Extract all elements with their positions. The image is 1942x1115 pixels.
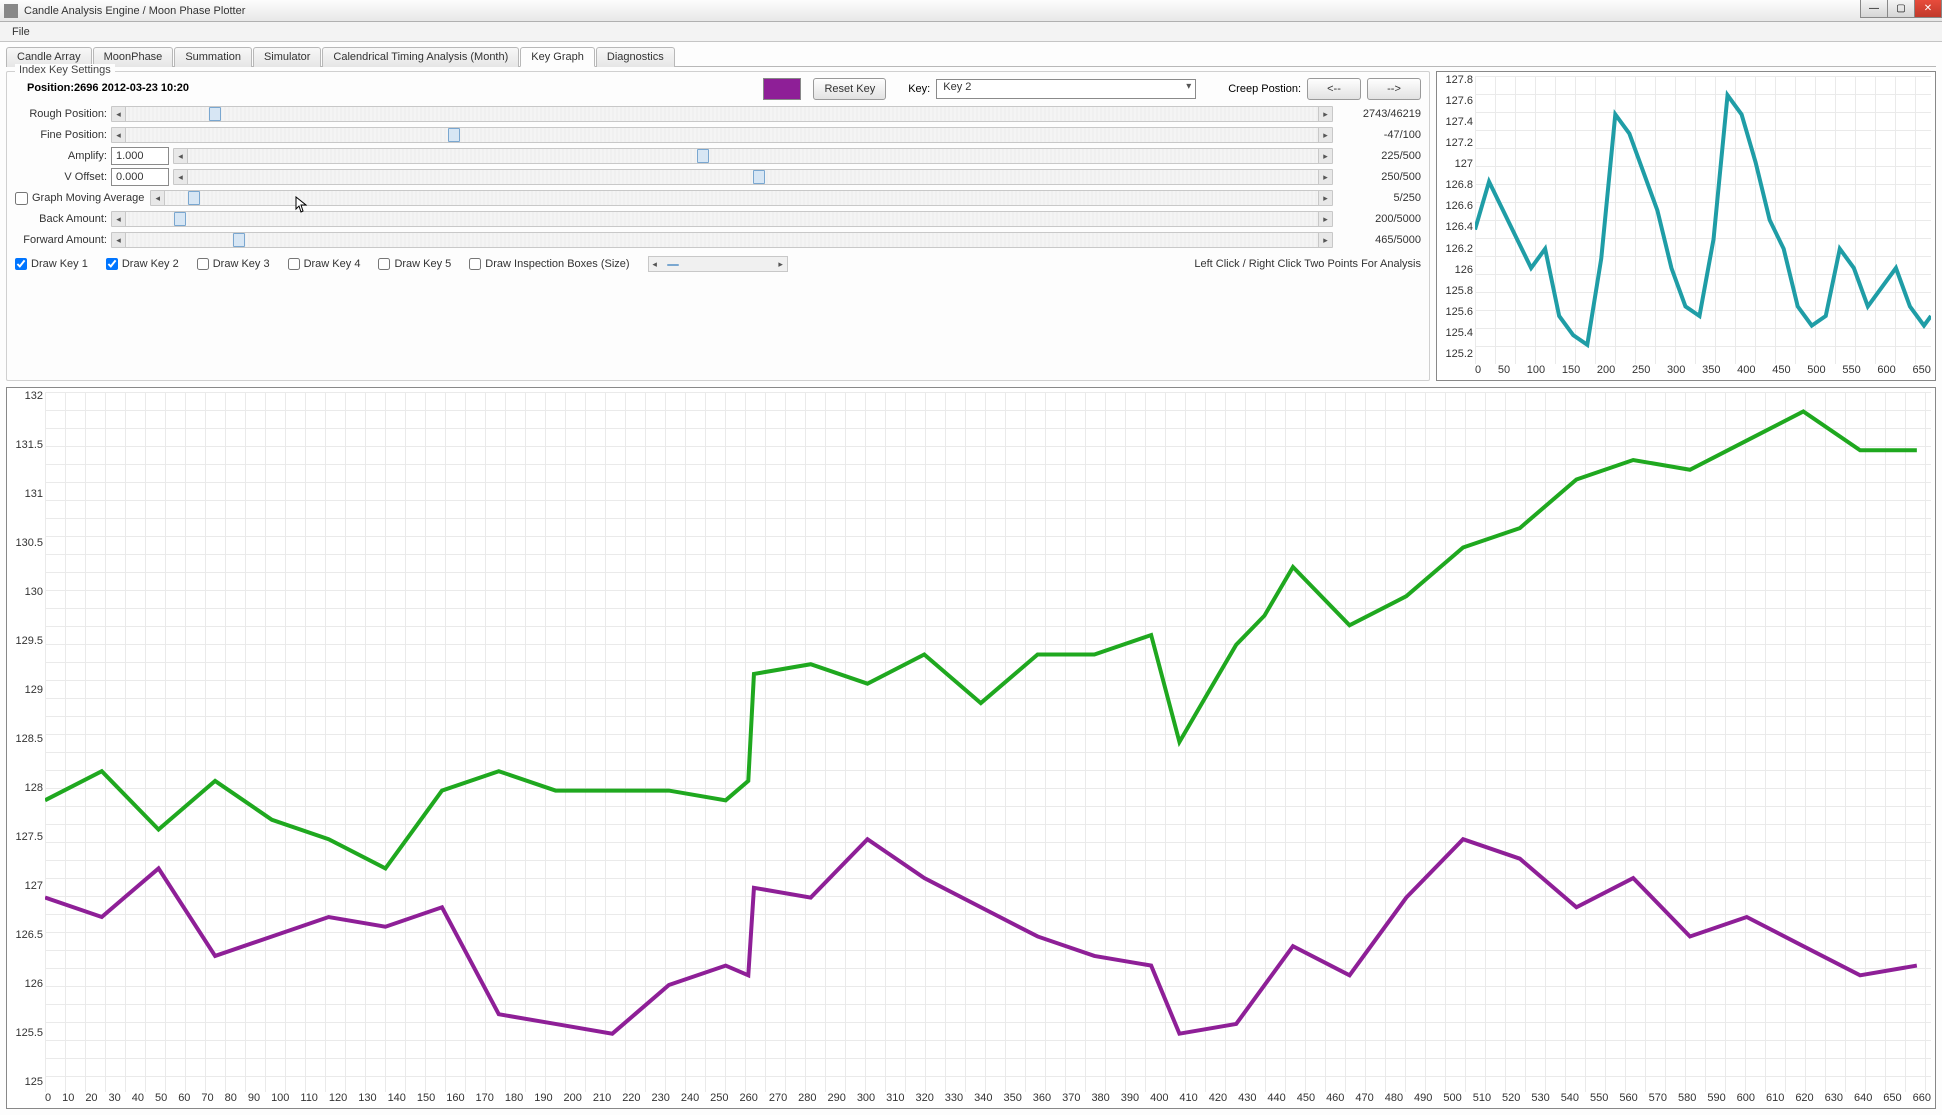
draw-key-3-label: Draw Key 3 <box>213 258 270 270</box>
menu-file[interactable]: File <box>6 24 36 40</box>
voffset-input[interactable] <box>111 168 169 186</box>
forward-slider[interactable]: ◂ ▸ <box>111 232 1333 248</box>
maximize-button[interactable]: ▢ <box>1887 0 1915 18</box>
preview-x-axis: 050100150200250300350400450500550600650 <box>1475 364 1931 380</box>
gma-slider[interactable]: ◂ ▸ <box>150 190 1333 206</box>
window-title: Candle Analysis Engine / Moon Phase Plot… <box>24 5 1938 17</box>
gma-checkbox[interactable] <box>15 192 28 205</box>
draw-key-2-label: Draw Key 2 <box>122 258 179 270</box>
key-dropdown-value: Key 2 <box>943 81 971 93</box>
tabstrip: Candle Array MoonPhase Summation Simulat… <box>6 46 1936 67</box>
slider-left-arrow-icon[interactable]: ◂ <box>112 128 126 142</box>
draw-key-3-checkbox[interactable] <box>197 258 209 270</box>
back-slider[interactable]: ◂ ▸ <box>111 211 1333 227</box>
titlebar: Candle Analysis Engine / Moon Phase Plot… <box>0 0 1942 22</box>
voffset-label: V Offset: <box>15 171 111 183</box>
slider-left-arrow-icon[interactable]: ◂ <box>112 107 126 121</box>
slider-left-arrow-icon[interactable]: ◂ <box>112 212 126 226</box>
gma-label: Graph Moving Average <box>32 192 144 204</box>
draw-key-4-checkbox[interactable] <box>288 258 300 270</box>
back-readout: 200/5000 <box>1333 213 1421 225</box>
creep-right-button[interactable]: --> <box>1367 78 1421 100</box>
forward-label: Forward Amount: <box>15 234 111 246</box>
slider-left-arrow-icon[interactable]: ◂ <box>174 170 188 184</box>
tab-summation[interactable]: Summation <box>174 47 252 67</box>
menubar: File <box>0 22 1942 42</box>
draw-key-1-label: Draw Key 1 <box>31 258 88 270</box>
draw-key-2-checkbox[interactable] <box>106 258 118 270</box>
panel-title: Index Key Settings <box>15 64 115 76</box>
forward-readout: 465/5000 <box>1333 234 1421 246</box>
slider-left-arrow-icon[interactable]: ◂ <box>649 259 661 270</box>
back-label: Back Amount: <box>15 213 111 225</box>
voffset-slider[interactable]: ◂ ▸ <box>173 169 1333 185</box>
slider-right-arrow-icon[interactable]: ▸ <box>1318 128 1332 142</box>
slider-right-arrow-icon[interactable]: ▸ <box>1318 233 1332 247</box>
creep-label: Creep Postion: <box>1228 83 1301 95</box>
preview-chart[interactable]: 127.8127.6127.4127.2127126.8126.6126.412… <box>1436 71 1936 381</box>
amplify-slider[interactable]: ◂ ▸ <box>173 148 1333 164</box>
slider-right-arrow-icon[interactable]: ▸ <box>1318 212 1332 226</box>
amplify-input[interactable] <box>111 147 169 165</box>
slider-right-arrow-icon[interactable]: ▸ <box>1318 149 1332 163</box>
tab-diagnostics[interactable]: Diagnostics <box>596 47 675 67</box>
main-chart[interactable]: 132131.5131130.5130129.5129128.5128127.5… <box>6 387 1936 1109</box>
slider-right-arrow-icon[interactable]: ▸ <box>1318 107 1332 121</box>
slider-left-arrow-icon[interactable]: ◂ <box>174 149 188 163</box>
rough-label: Rough Position: <box>15 108 111 120</box>
draw-inspection-label: Draw Inspection Boxes (Size) <box>485 258 629 270</box>
reset-key-button[interactable]: Reset Key <box>813 78 886 100</box>
voffset-readout: 250/500 <box>1333 171 1421 183</box>
close-button[interactable]: ✕ <box>1914 0 1942 18</box>
minimize-button[interactable]: — <box>1860 0 1888 18</box>
slider-left-arrow-icon[interactable]: ◂ <box>112 233 126 247</box>
analysis-hint: Left Click / Right Click Two Points For … <box>806 258 1421 270</box>
rough-readout: 2743/46219 <box>1333 108 1421 120</box>
tab-calendrical[interactable]: Calendrical Timing Analysis (Month) <box>322 47 519 67</box>
amplify-readout: 225/500 <box>1333 150 1421 162</box>
rough-slider[interactable]: ◂ ▸ <box>111 106 1333 122</box>
creep-left-button[interactable]: <-- <box>1307 78 1361 100</box>
draw-key-4-label: Draw Key 4 <box>304 258 361 270</box>
gma-readout: 5/250 <box>1333 192 1421 204</box>
preview-y-axis: 127.8127.6127.4127.2127126.8126.6126.412… <box>1437 72 1475 362</box>
tab-simulator[interactable]: Simulator <box>253 47 321 67</box>
slider-left-arrow-icon[interactable]: ◂ <box>151 191 165 205</box>
fine-slider[interactable]: ◂ ▸ <box>111 127 1333 143</box>
slider-right-arrow-icon[interactable]: ▸ <box>775 259 787 270</box>
draw-key-1-checkbox[interactable] <box>15 258 27 270</box>
draw-key-5-checkbox[interactable] <box>378 258 390 270</box>
main-x-axis: 0102030405060708090100110120130140150160… <box>45 1092 1931 1108</box>
key-dropdown[interactable]: Key 2 <box>936 79 1196 99</box>
main-y-axis: 132131.5131130.5130129.5129128.5128127.5… <box>7 388 45 1090</box>
amplify-label: Amplify: <box>15 150 111 162</box>
draw-key-5-label: Draw Key 5 <box>394 258 451 270</box>
fine-label: Fine Position: <box>15 129 111 141</box>
slider-right-arrow-icon[interactable]: ▸ <box>1318 170 1332 184</box>
position-readout: Position:2696 2012-03-23 10:20 <box>15 76 189 102</box>
app-icon <box>4 4 18 18</box>
settings-panel: Index Key Settings Position:2696 2012-03… <box>6 71 1430 381</box>
key-color-swatch[interactable] <box>763 78 801 100</box>
draw-inspection-checkbox[interactable] <box>469 258 481 270</box>
fine-readout: -47/100 <box>1333 129 1421 141</box>
inspection-size-slider[interactable]: ◂ ▸ <box>648 256 788 272</box>
slider-right-arrow-icon[interactable]: ▸ <box>1318 191 1332 205</box>
tab-key-graph[interactable]: Key Graph <box>520 47 595 67</box>
key-label: Key: <box>908 83 930 95</box>
window-controls: — ▢ ✕ <box>1861 0 1942 18</box>
